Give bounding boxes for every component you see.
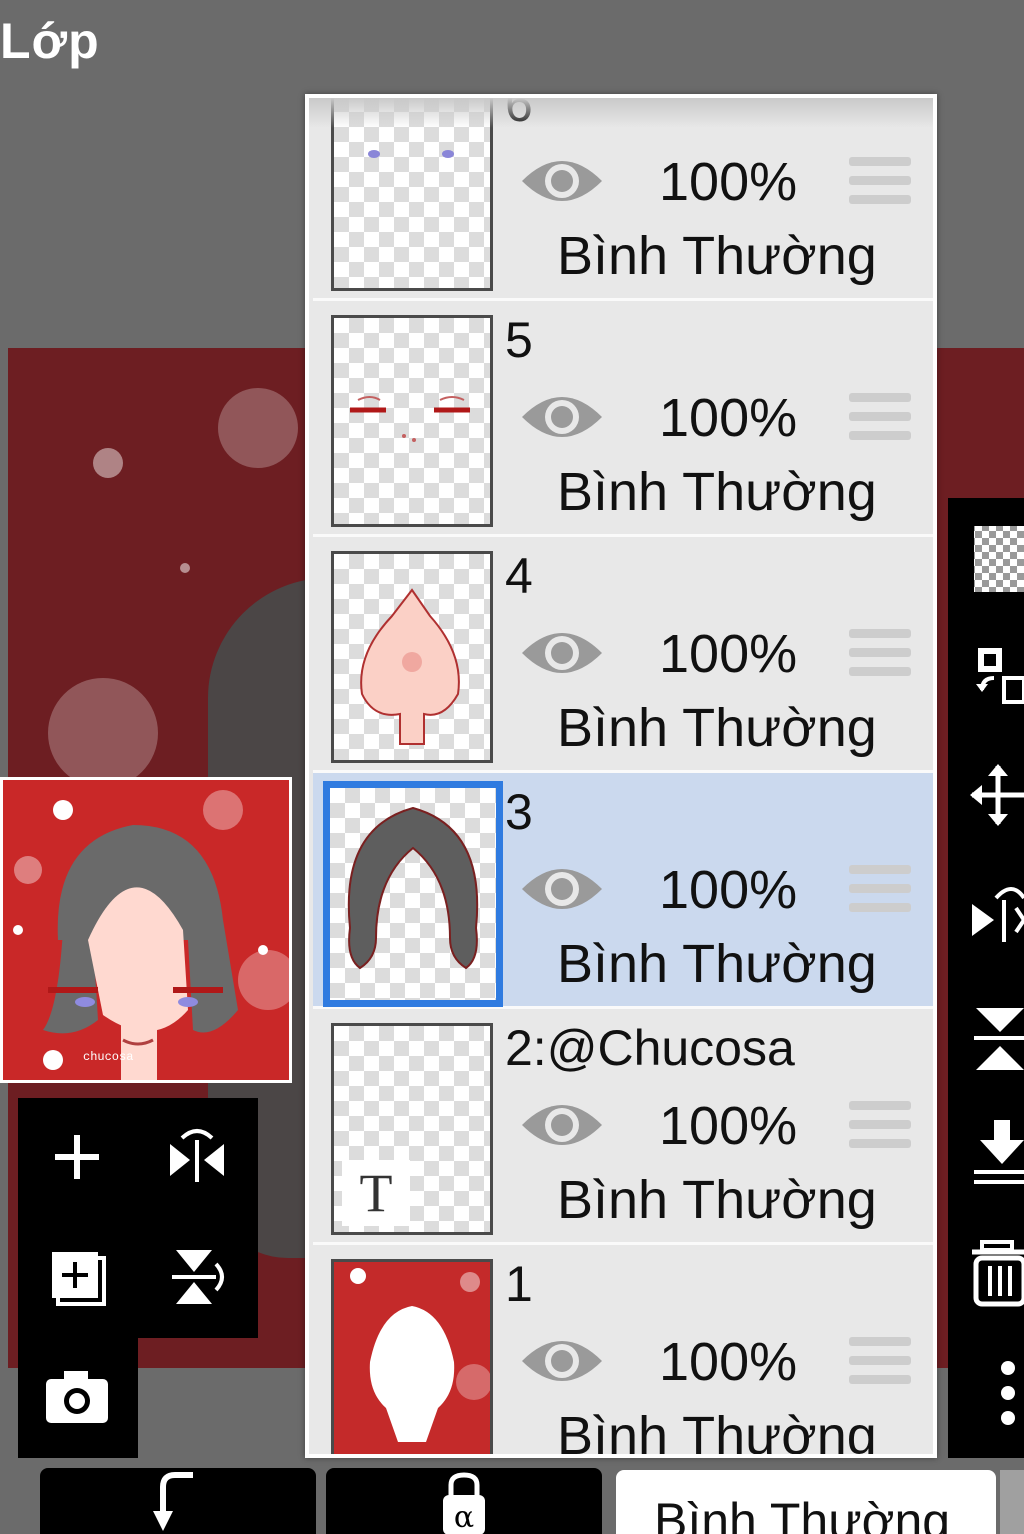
- drag-handle-icon[interactable]: [849, 865, 911, 917]
- layer-blend-mode: Bình Thường: [557, 934, 877, 994]
- layer-row[interactable]: 1 100% Bình Thường: [313, 1245, 933, 1458]
- layer-row[interactable]: 3 100% Bình Thường: [313, 773, 933, 1009]
- layer-name: 4: [505, 548, 533, 604]
- transparent-fill-icon: [974, 526, 1024, 592]
- move-icon: [970, 764, 1024, 826]
- add-layer-icon: [55, 1135, 99, 1179]
- layer-name: 1: [505, 1256, 533, 1312]
- add-copy-layer-icon: [52, 1252, 106, 1306]
- flip-horizontal-button[interactable]: [968, 878, 1024, 948]
- camera-button[interactable]: [32, 1352, 122, 1442]
- layer-blend-mode: Bình Thường: [557, 1406, 877, 1458]
- layer-opacity[interactable]: 100%: [659, 623, 797, 685]
- drag-handle-icon[interactable]: [849, 157, 911, 209]
- more-icon: [1001, 1361, 1015, 1425]
- drag-handle-icon[interactable]: [849, 1101, 911, 1153]
- flip-horizontal-icon: [170, 1129, 224, 1182]
- layer-name: 2:@Chucosa: [505, 1020, 795, 1076]
- layer-panel[interactable]: 6 100% Bình Thường 5 100% Bình Thường 4 100% Bìn…: [305, 94, 937, 1458]
- text-layer-icon: T: [342, 1160, 410, 1226]
- drag-handle-icon[interactable]: [849, 393, 911, 445]
- visibility-eye-icon[interactable]: [520, 1097, 604, 1153]
- layer-opacity[interactable]: 100%: [659, 859, 797, 921]
- layer-row[interactable]: 4 100% Bình Thường: [313, 537, 933, 773]
- flip-layer-vertical-button[interactable]: [152, 1232, 242, 1322]
- layer-thumbnail[interactable]: [331, 1259, 493, 1454]
- left-toolbar: [18, 1098, 258, 1338]
- portrait-image: chucosa: [13, 790, 289, 1080]
- move-layer-button[interactable]: [968, 760, 1024, 830]
- layer-name: 3: [505, 784, 533, 840]
- layer-thumbnail[interactable]: T: [331, 1023, 493, 1235]
- right-toolbar: [948, 498, 1024, 1458]
- clipping-button[interactable]: [40, 1468, 316, 1534]
- layer-opacity[interactable]: 100%: [659, 1331, 797, 1393]
- layer-row[interactable]: T 2:@Chucosa 100% Bình Thường: [313, 1009, 933, 1245]
- layer-name: 6: [505, 94, 533, 132]
- svg-text:α: α: [454, 1500, 474, 1534]
- left-toolbar-extension: [18, 1338, 138, 1458]
- canvas-preview[interactable]: chucosa: [0, 777, 292, 1083]
- trash-icon: [972, 1240, 1024, 1307]
- layer-thumbnail[interactable]: [331, 98, 493, 291]
- copy-layer-button[interactable]: [32, 1232, 122, 1322]
- merge-down-button[interactable]: [968, 1116, 1024, 1186]
- layer-selection-button[interactable]: [968, 638, 1024, 708]
- flip-vertical-icon: [172, 1250, 224, 1304]
- layer-thumbnail[interactable]: [331, 551, 493, 763]
- flip-layer-horizontal-button[interactable]: [152, 1112, 242, 1202]
- visibility-eye-icon[interactable]: [520, 389, 604, 445]
- visibility-eye-icon[interactable]: [520, 625, 604, 681]
- delete-layer-button[interactable]: [968, 1238, 1024, 1308]
- layer-opacity[interactable]: 100%: [659, 151, 797, 213]
- layer-opacity[interactable]: 100%: [659, 387, 797, 449]
- layer-opacity[interactable]: 100%: [659, 1095, 797, 1157]
- transparent-fill-button[interactable]: [968, 524, 1024, 594]
- more-options-button[interactable]: [968, 1358, 1024, 1428]
- flip-horizontal-icon: [972, 887, 1024, 942]
- layer-thumbnail[interactable]: [323, 781, 503, 1007]
- layer-name: 5: [505, 312, 533, 368]
- flip-vertical-icon: [974, 1008, 1024, 1070]
- layer-row[interactable]: 6 100% Bình Thường: [313, 94, 933, 301]
- add-layer-button[interactable]: [32, 1112, 122, 1202]
- camera-icon: [46, 1371, 108, 1423]
- layer-blend-mode: Bình Thường: [557, 1170, 877, 1230]
- alpha-lock-icon: α: [443, 1472, 485, 1534]
- blend-mode-select[interactable]: Bình Thường: [616, 1470, 996, 1534]
- visibility-eye-icon[interactable]: [520, 1333, 604, 1389]
- clipping-arrow-icon: [153, 1472, 193, 1531]
- alpha-lock-button[interactable]: α: [326, 1468, 602, 1534]
- visibility-eye-icon[interactable]: [520, 861, 604, 917]
- app-title: Lớp: [0, 13, 100, 69]
- edge-button[interactable]: [1000, 1470, 1024, 1534]
- layer-blend-mode: Bình Thường: [557, 462, 877, 522]
- layer-blend-mode: Bình Thường: [557, 698, 877, 758]
- layer-list[interactable]: 6 100% Bình Thường 5 100% Bình Thường 4 100% Bìn…: [309, 94, 933, 1458]
- layer-thumbnail[interactable]: [331, 315, 493, 527]
- selection-icon: [976, 648, 1024, 704]
- flip-vertical-button[interactable]: [968, 1002, 1024, 1072]
- merge-down-icon: [974, 1120, 1024, 1184]
- visibility-eye-icon[interactable]: [520, 153, 604, 209]
- layer-blend-mode: Bình Thường: [557, 226, 877, 286]
- signature-text: chucosa: [83, 1050, 133, 1064]
- drag-handle-icon[interactable]: [849, 1337, 911, 1389]
- layer-row[interactable]: 5 100% Bình Thường: [313, 301, 933, 537]
- drag-handle-icon[interactable]: [849, 629, 911, 681]
